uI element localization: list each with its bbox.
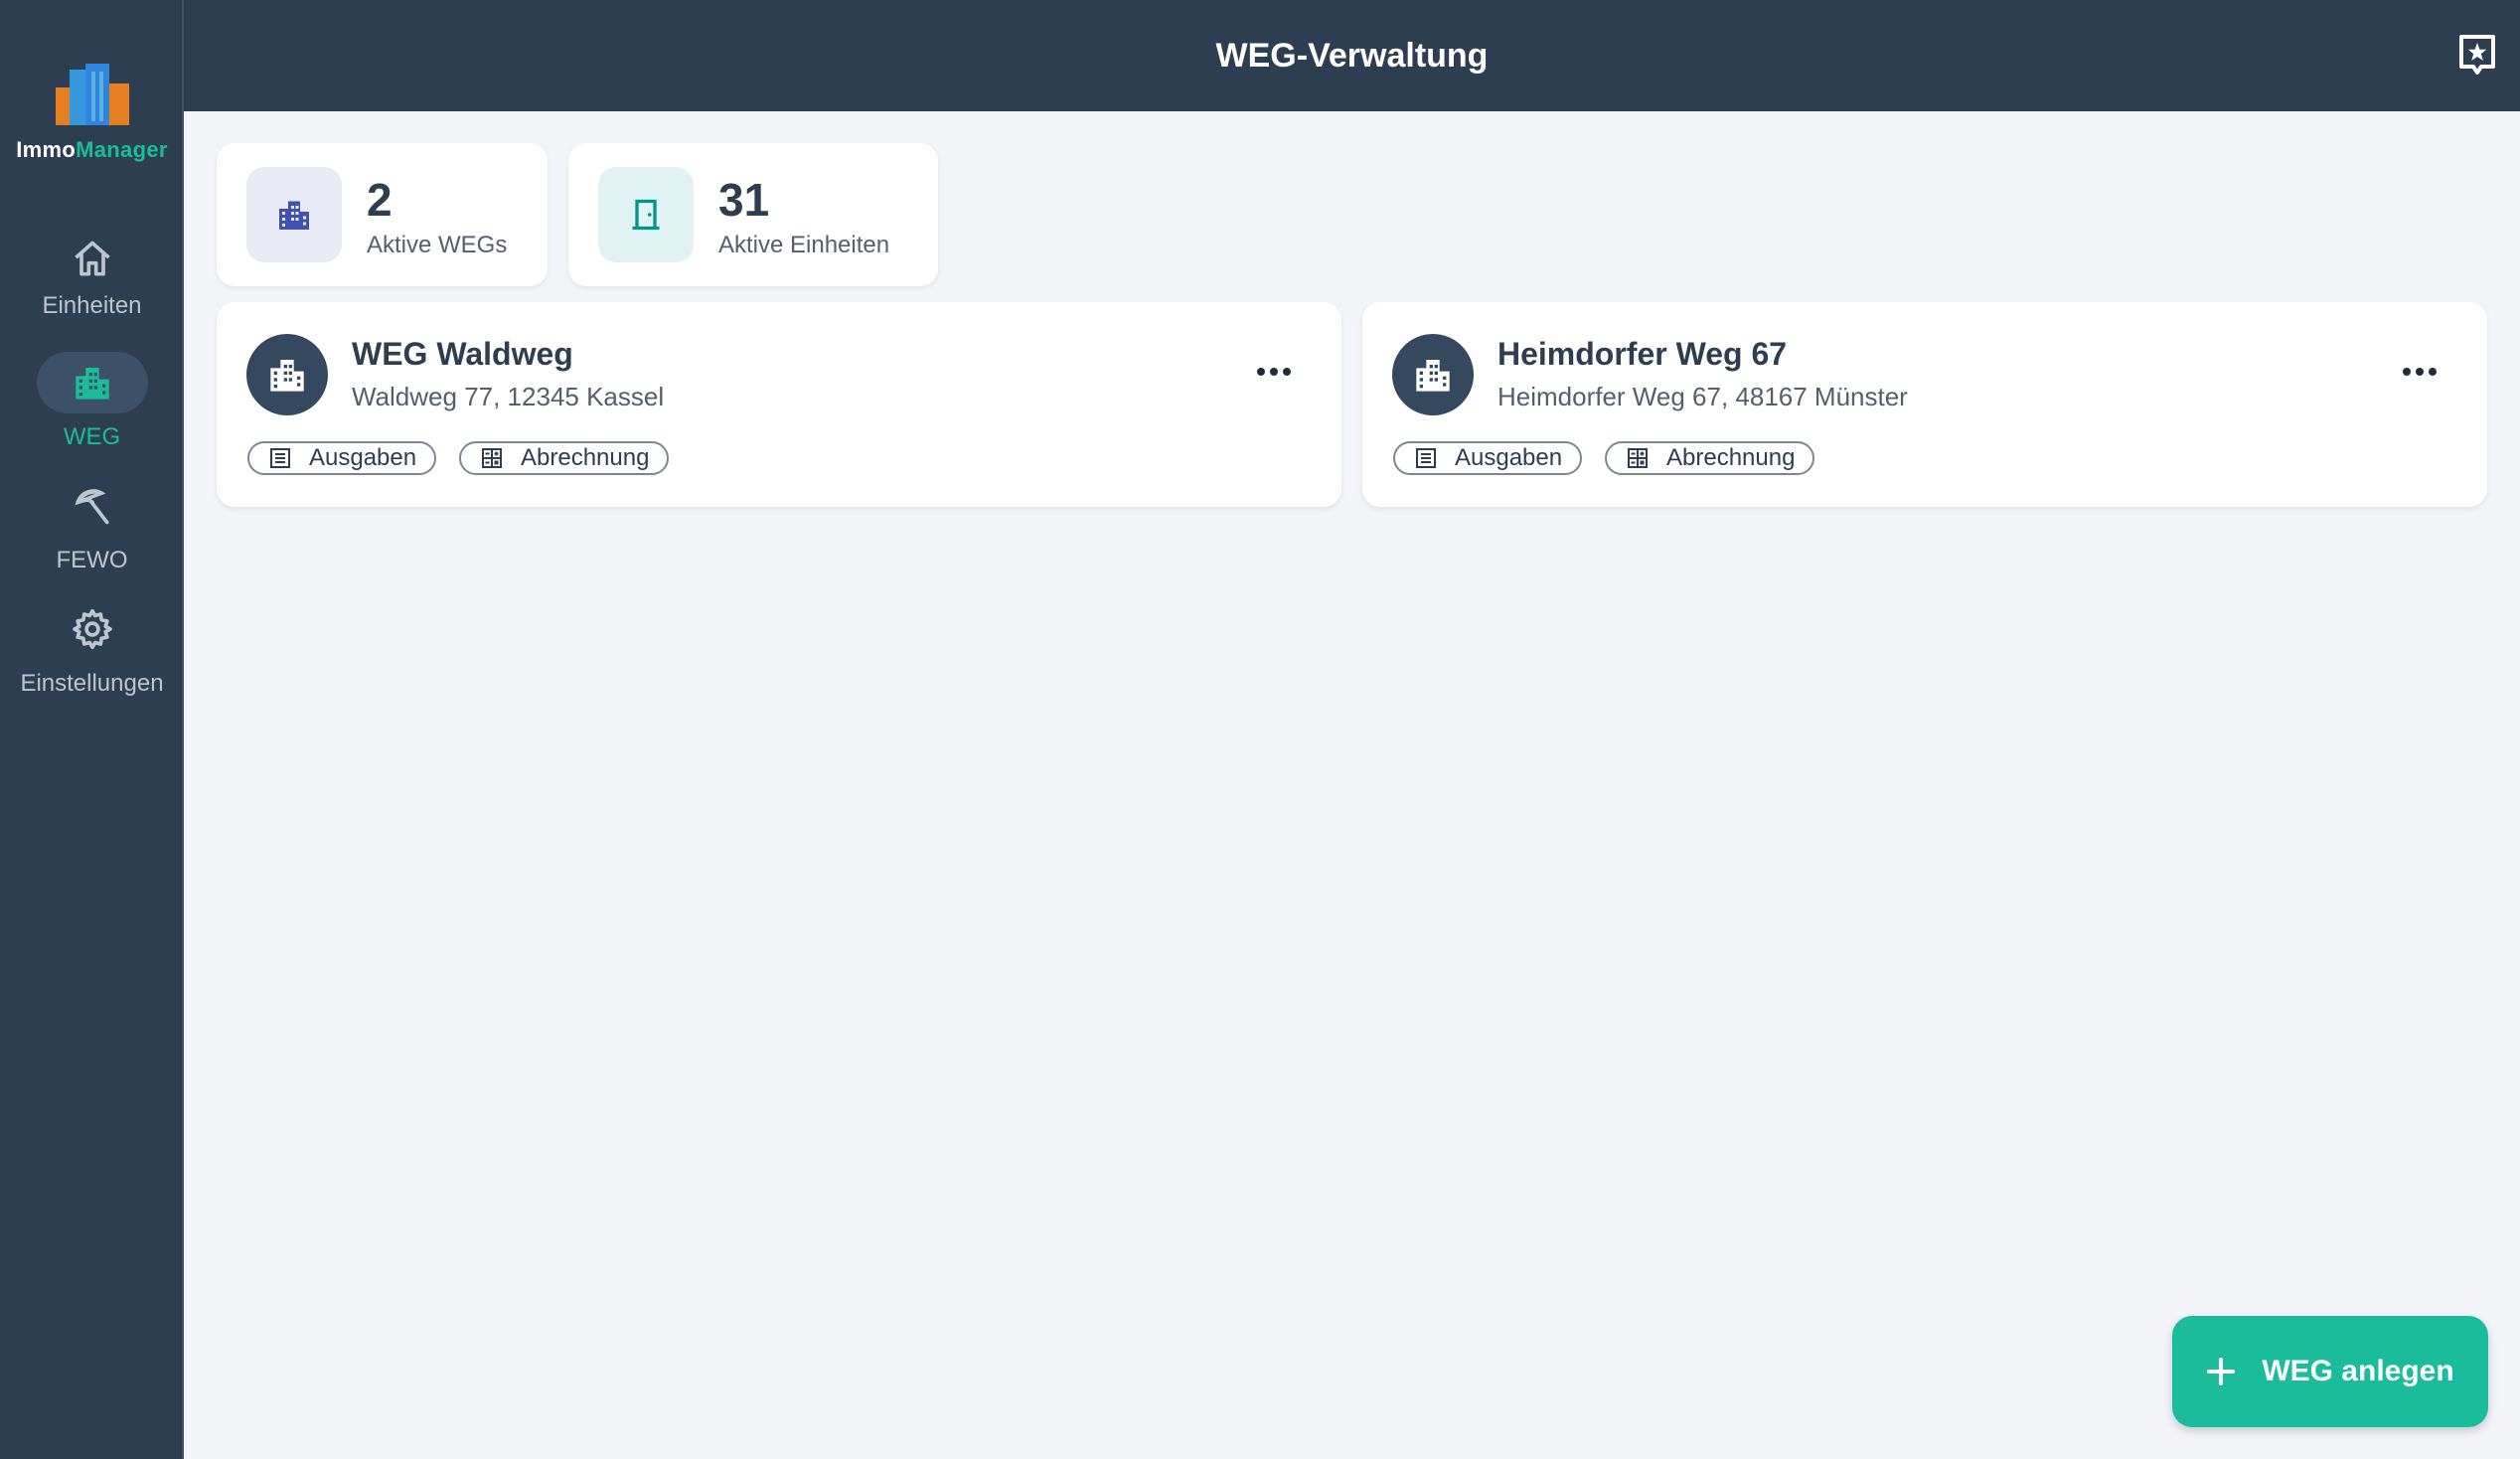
- stat-label: Aktive Einheiten: [718, 232, 890, 258]
- sidebar: ImmoManager Einheiten WEG FEWO Einstellu…: [0, 0, 184, 1459]
- more-horizontal-icon: [1257, 368, 1291, 376]
- calculator-icon: [1628, 448, 1648, 468]
- chip-abrechnung[interactable]: Abrechnung: [1605, 441, 1815, 475]
- more-horizontal-icon: [2403, 368, 2437, 376]
- apartment-icon: [279, 201, 309, 230]
- stat-icon-wrap: [598, 167, 694, 262]
- list-icon: [1416, 448, 1436, 468]
- app-header: WEG-Verwaltung: [184, 0, 2520, 111]
- chip-label: Abrechnung: [521, 444, 650, 471]
- weg-avatar: [246, 334, 328, 415]
- stat-value: 2: [367, 174, 393, 226]
- add-weg-button[interactable]: WEG anlegen: [2172, 1316, 2488, 1427]
- app-root: ImmoManager Einheiten WEG FEWO Einstellu…: [0, 0, 2520, 1459]
- chip-ausgaben[interactable]: Ausgaben: [1393, 441, 1583, 475]
- home-icon: [74, 241, 110, 276]
- sidebar-item-weg[interactable]: WEG: [0, 352, 184, 451]
- more-options-button[interactable]: [2400, 352, 2440, 392]
- plus-icon: [2207, 1358, 2236, 1385]
- chip-abrechnung[interactable]: Abrechnung: [459, 441, 670, 475]
- app-logo[interactable]: ImmoManager: [0, 64, 184, 163]
- sidebar-icon-wrap: [37, 475, 148, 537]
- list-icon: [270, 448, 290, 468]
- brand-name: ImmoManager: [16, 137, 168, 162]
- chip-label: Ausgaben: [1455, 444, 1563, 471]
- stat-label: Aktive WEGs: [367, 232, 508, 258]
- stat-value: 31: [718, 174, 770, 226]
- add-weg-label: WEG anlegen: [2262, 1355, 2454, 1387]
- sidebar-item-fewo[interactable]: FEWO: [0, 475, 184, 574]
- sidebar-icon-wrap: [37, 598, 148, 660]
- weg-name: Heimdorfer Weg 67: [1497, 336, 1788, 372]
- buildings-icon: [75, 368, 109, 400]
- stat-card-active-wegs: 2 Aktive WEGs: [217, 143, 548, 286]
- gear-icon: [72, 608, 112, 650]
- sidebar-item-label: WEG: [63, 423, 121, 450]
- sidebar-item-label: FEWO: [56, 547, 128, 573]
- add-to-home-icon: [2459, 35, 2495, 75]
- beach-umbrella-icon: [74, 489, 108, 525]
- stat-icon-wrap: [246, 167, 342, 262]
- weg-card[interactable]: WEG Waldweg Waldweg 77, 12345 Kassel Aus…: [217, 302, 1341, 507]
- weg-address: Heimdorfer Weg 67, 48167 Münster: [1497, 382, 1908, 411]
- chip-ausgaben[interactable]: Ausgaben: [247, 441, 437, 475]
- sidebar-item-label: Einheiten: [42, 292, 142, 319]
- weg-name: WEG Waldweg: [352, 336, 573, 372]
- sidebar-icon-wrap: [36, 352, 148, 413]
- calculator-icon: [482, 448, 502, 468]
- weg-avatar: [1392, 334, 1474, 415]
- weg-address: Waldweg 77, 12345 Kassel: [352, 382, 665, 411]
- page-title: WEG-Verwaltung: [1215, 37, 1489, 75]
- door-icon: [632, 199, 660, 231]
- weg-card[interactable]: Heimdorfer Weg 67 Heimdorfer Weg 67, 481…: [1362, 302, 2487, 507]
- sidebar-item-einheiten[interactable]: Einheiten: [0, 229, 184, 320]
- stat-card-active-units: 31 Aktive Einheiten: [568, 143, 938, 286]
- apartment-icon: [270, 360, 304, 392]
- chip-label: Ausgaben: [309, 444, 417, 471]
- logo-buildings-icon: [55, 64, 129, 125]
- apartment-icon: [1416, 360, 1450, 392]
- header-action-button[interactable]: [2452, 30, 2502, 80]
- chip-label: Abrechnung: [1666, 444, 1796, 471]
- sidebar-item-label: Einstellungen: [20, 670, 164, 697]
- sidebar-item-einstellungen[interactable]: Einstellungen: [0, 598, 184, 698]
- sidebar-icon-wrap: [37, 229, 148, 290]
- more-options-button[interactable]: [1254, 352, 1294, 392]
